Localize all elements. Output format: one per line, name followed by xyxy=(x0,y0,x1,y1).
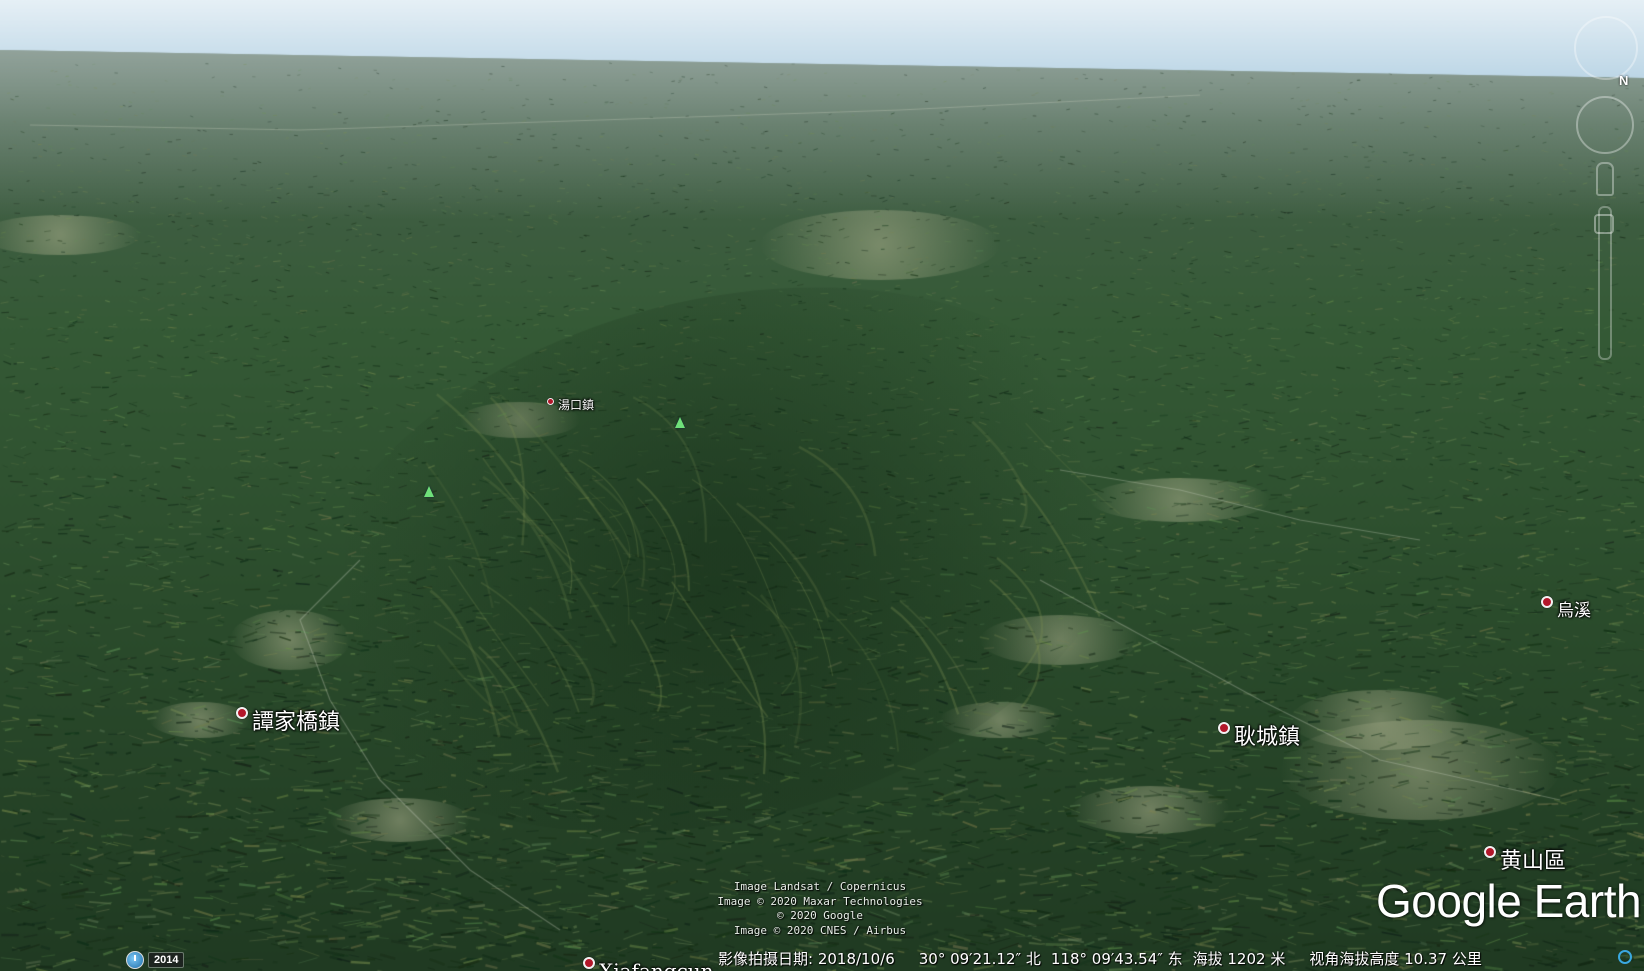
eye-altitude-readout: 视角海拔高度 10.37 公里 xyxy=(1309,950,1482,968)
attribution-line: Image Landsat / Copernicus xyxy=(733,880,907,893)
place-pin-icon xyxy=(1541,595,1553,608)
compass-ring-icon[interactable] xyxy=(1574,16,1638,80)
attribution-line: Image © 2020 Maxar Technologies xyxy=(717,894,923,908)
historical-imagery-year[interactable]: 2014 xyxy=(148,952,185,968)
place-label-gengcheng[interactable]: 耿城鎮 xyxy=(1218,705,1300,751)
place-label-huangshan[interactable]: 黄山區 xyxy=(1484,829,1566,875)
latitude-readout: 30° 09′21.12″ 北 xyxy=(918,950,1041,968)
peak-icon[interactable] xyxy=(424,486,434,497)
place-name: 耿城鎮 xyxy=(1234,725,1301,750)
status-bar: 影像拍摄日期: 2018/10/6 30° 09′21.12″ 北 118° 0… xyxy=(718,948,1492,969)
place-name: 烏溪 xyxy=(1557,601,1591,621)
place-pin-icon xyxy=(547,398,554,405)
attribution-line: Image © 2020 CNES / Airbus xyxy=(733,923,907,937)
place-label-tangkou[interactable]: 湯口鎮 xyxy=(547,390,594,413)
place-name: 譚家橋鎮 xyxy=(252,710,341,735)
place-label-wuxi[interactable]: 烏溪 xyxy=(1541,582,1591,621)
terrain-imagery[interactable] xyxy=(0,0,1644,971)
historical-imagery-clock-icon[interactable] xyxy=(126,951,144,969)
place-name: 黄山區 xyxy=(1500,849,1567,874)
historical-imagery-control[interactable]: 2014 xyxy=(126,951,185,969)
longitude-readout: 118° 09′43.54″ 东 xyxy=(1050,950,1183,968)
google-earth-logo: Google Earth xyxy=(1376,875,1642,927)
street-view-pegman-icon[interactable] xyxy=(1596,162,1614,196)
place-label-xiafangcun[interactable]: Xiafangcun xyxy=(583,943,714,971)
place-pin-icon xyxy=(236,707,248,719)
imagery-attribution: Image Landsat / Copernicus Image © 2020 … xyxy=(700,880,940,938)
place-pin-icon xyxy=(1218,722,1230,734)
zoom-slider-knob[interactable] xyxy=(1594,214,1614,234)
place-pin-icon xyxy=(583,957,595,969)
map-viewport[interactable]: 湯口鎮 譚家橋鎮 耿城鎮 黄山區 烏溪 Xiafangcun Image Lan… xyxy=(0,0,1644,971)
place-name: Xiafangcun xyxy=(599,959,714,971)
peak-icon[interactable] xyxy=(675,417,685,428)
look-joystick-icon[interactable] xyxy=(1576,96,1634,154)
navigation-controls[interactable]: N xyxy=(1570,10,1644,370)
place-name: 湯口鎮 xyxy=(558,398,595,412)
streaming-status-icon xyxy=(1618,950,1632,964)
place-label-tanjiaqiao[interactable]: 譚家橋鎮 xyxy=(236,690,340,736)
imagery-date: 影像拍摄日期: 2018/10/6 xyxy=(718,950,895,968)
place-pin-icon xyxy=(1484,846,1496,858)
attribution-line: © 2020 Google xyxy=(776,909,864,922)
elevation-readout: 海拔 1202 米 xyxy=(1192,950,1286,968)
north-arrow-icon[interactable]: N xyxy=(1619,73,1628,88)
